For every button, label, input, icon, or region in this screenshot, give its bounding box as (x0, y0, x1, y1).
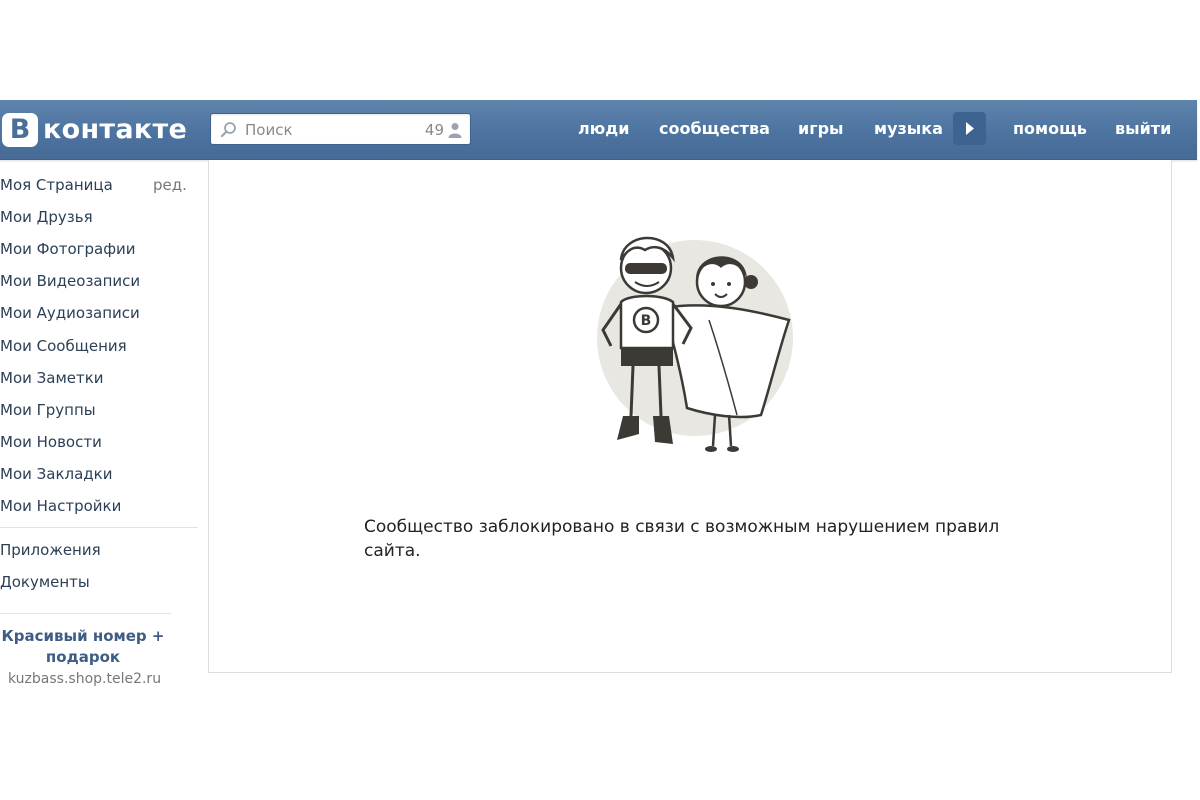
sidebar-item-my-page[interactable]: Моя Страница (0, 176, 113, 194)
sidebar-item-messages[interactable]: Мои Сообщения (0, 337, 127, 355)
sidebar-divider (0, 527, 198, 528)
sidebar-item-notes[interactable]: Мои Заметки (0, 369, 104, 387)
nav-logout[interactable]: выйти (1115, 119, 1171, 138)
nav-music[interactable]: музыка (874, 119, 943, 138)
sidebar-item-groups[interactable]: Мои Группы (0, 401, 96, 419)
logo-text: контакте (43, 114, 188, 145)
sidebar-item-photos[interactable]: Мои Фотографии (0, 240, 136, 258)
promo-url[interactable]: kuzbass.shop.tele2.ru (8, 671, 161, 687)
person-icon (448, 123, 462, 138)
illustration-badge-letter: B (641, 313, 652, 329)
music-play-button[interactable] (953, 112, 986, 145)
blocked-message: Сообщество заблокировано в связи с возмо… (364, 515, 1024, 563)
main-content-panel: B Сообщество заблокировано в связи с воз… (208, 160, 1172, 673)
sidebar-item-documents[interactable]: Документы (0, 573, 90, 591)
page: B контакте Поиск 49 люди сообщества игры… (0, 0, 1200, 800)
vk-logo[interactable]: B контакте (2, 112, 187, 148)
logo-badge: B (2, 113, 38, 147)
blocked-community-illustration: B (597, 236, 793, 452)
promo-title-line1[interactable]: Красивый номер + (0, 626, 166, 647)
search-icon (220, 122, 236, 138)
sidebar-divider-promo (0, 613, 171, 614)
sidebar-item-friends[interactable]: Мои Друзья (0, 208, 93, 226)
play-icon (966, 122, 974, 135)
blocked-message-line1: Сообщество заблокировано в связи с возмо… (364, 517, 1000, 537)
sidebar-edit-link[interactable]: ред. (153, 176, 187, 194)
search-placeholder: Поиск (245, 121, 293, 139)
search-input[interactable]: Поиск 49 (210, 113, 471, 145)
promo-title-line2[interactable]: подарок (0, 647, 166, 668)
sidebar-item-audio[interactable]: Мои Аудиозаписи (0, 304, 140, 322)
sidebar-item-bookmarks[interactable]: Мои Закладки (0, 465, 112, 483)
online-friends-count: 49 (424, 121, 444, 139)
sidebar-item-news[interactable]: Мои Новости (0, 433, 102, 451)
sidebar-item-apps[interactable]: Приложения (0, 541, 101, 559)
blocked-message-line2: сайта. (364, 541, 421, 561)
nav-communities[interactable]: сообщества (659, 119, 770, 138)
sidebar-item-settings[interactable]: Мои Настройки (0, 497, 121, 515)
nav-people[interactable]: люди (578, 119, 629, 138)
sidebar-item-videos[interactable]: Мои Видеозаписи (0, 272, 140, 290)
nav-games[interactable]: игры (798, 119, 844, 138)
nav-help[interactable]: помощь (1013, 119, 1087, 138)
